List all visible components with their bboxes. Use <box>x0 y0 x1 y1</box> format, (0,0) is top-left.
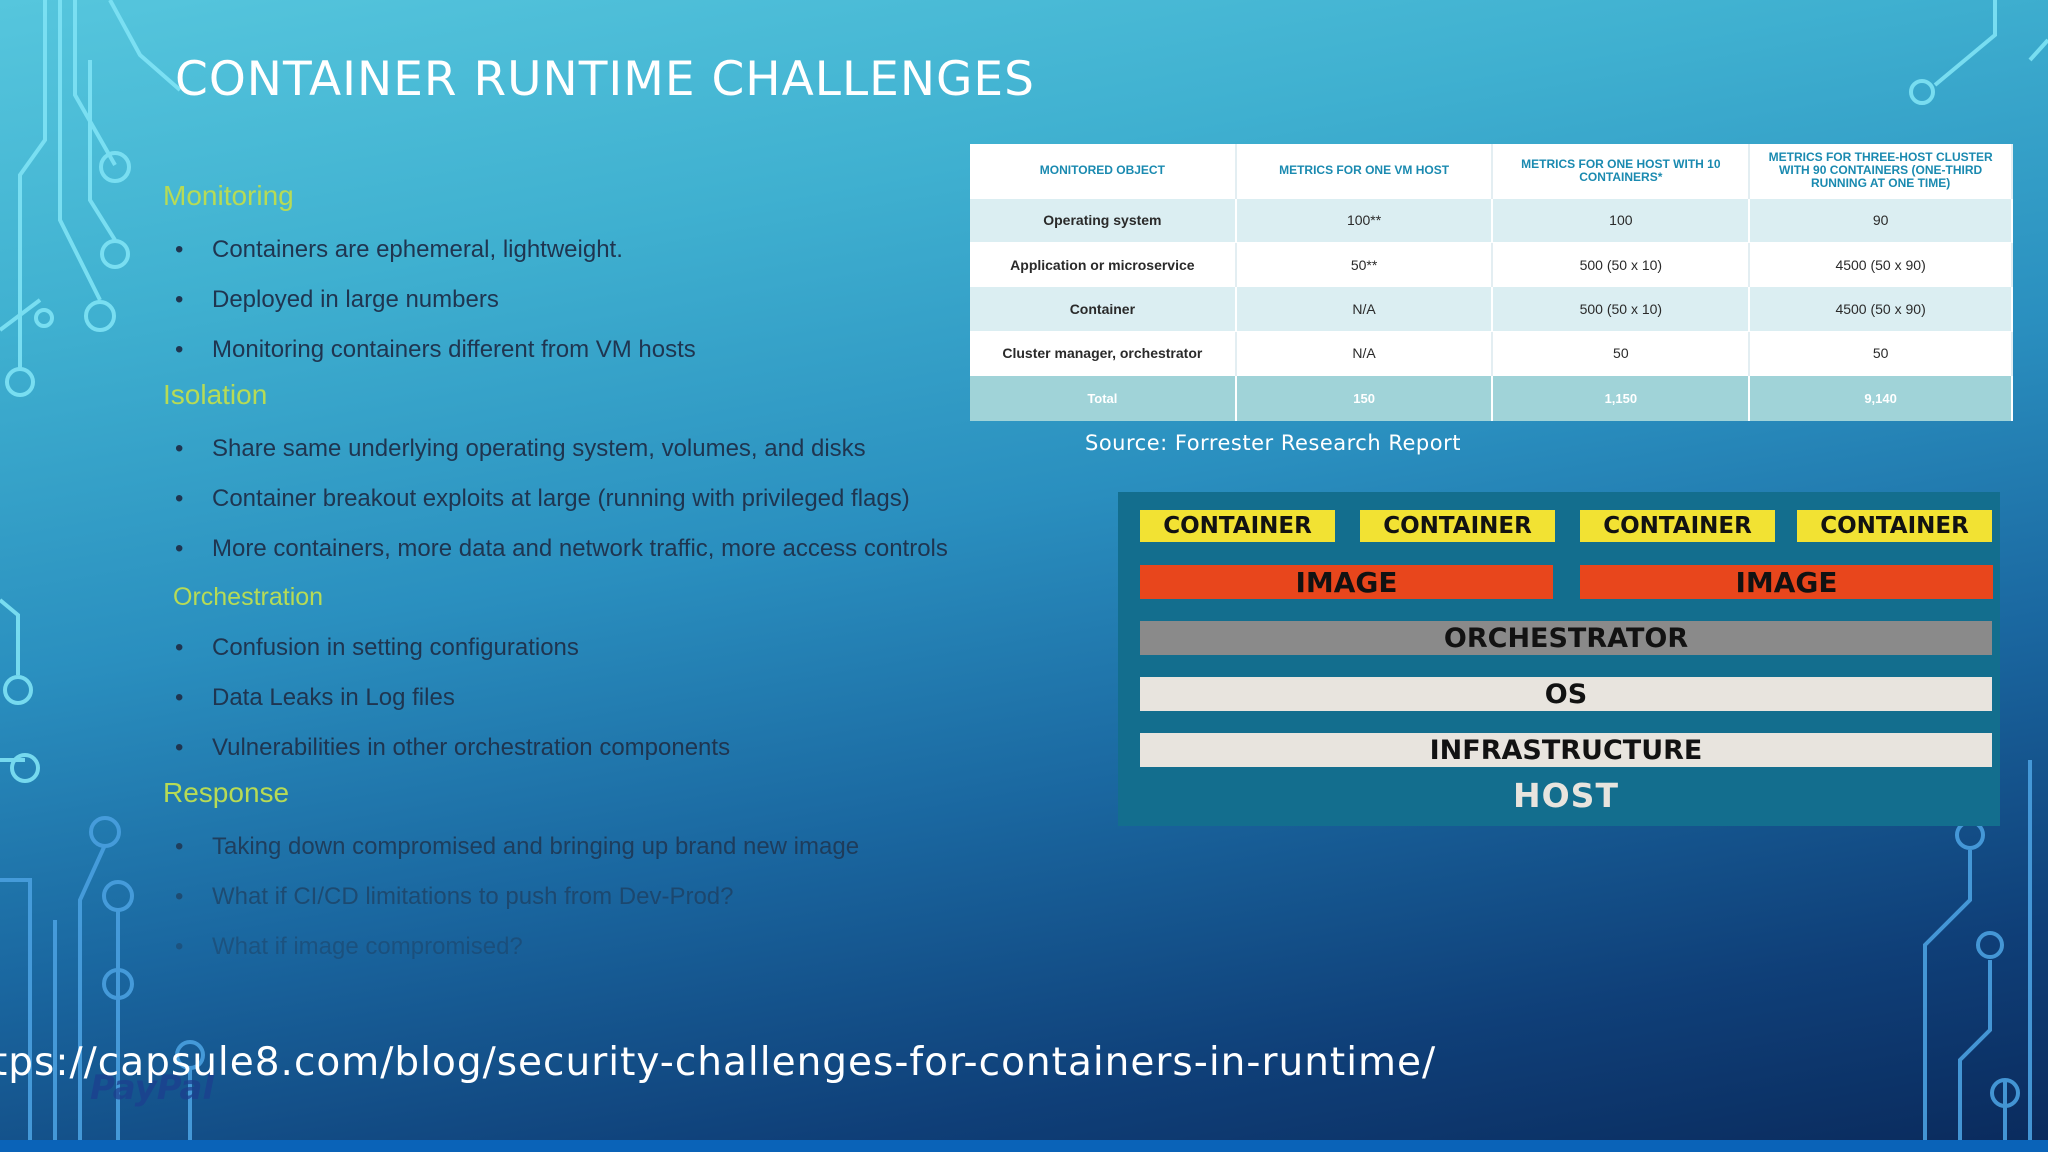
section-heading-orchestration: Orchestration <box>173 583 324 611</box>
bullet-item: • More containers, more data and network … <box>175 535 948 563</box>
table-row: Operating system 100** 100 90 <box>970 197 2013 243</box>
bullet-text: Container breakout exploits at large (ru… <box>212 485 910 512</box>
table-cell: 9,140 <box>1749 375 2013 421</box>
table-cell: N/A <box>1235 286 1494 332</box>
table-cell: 4500 (50 x 90) <box>1749 241 2013 287</box>
table-cell: Application or microservice <box>970 241 1237 287</box>
table-cell: 1,150 <box>1492 375 1751 421</box>
image-block: IMAGE <box>1140 565 1553 599</box>
bullet-item: • Vulnerabilities in other orchestration … <box>175 734 731 762</box>
table-header-row: MONITORED OBJECT METRICS FOR ONE VM HOST… <box>970 144 2013 198</box>
table-cell: N/A <box>1235 330 1494 376</box>
bullet-text: Containers are ephemeral, lightweight. <box>212 236 623 263</box>
table-header-cell: METRICS FOR THREE-HOST CLUSTER WITH 90 C… <box>1749 144 2013 198</box>
table-cell: 100** <box>1235 197 1494 243</box>
table-cell: Operating system <box>970 197 1237 243</box>
host-label: HOST <box>1513 775 1619 815</box>
bullet-item: • Containers are ephemeral, lightweight. <box>175 236 623 264</box>
bullet-dot: • <box>175 734 184 761</box>
metrics-table: MONITORED OBJECT METRICS FOR ONE VM HOST… <box>970 144 2013 421</box>
table-cell: Cluster manager, orchestrator <box>970 330 1237 376</box>
container-block: CONTAINER <box>1360 510 1555 542</box>
bullet-item: • What if CI/CD limitations to push from … <box>175 883 734 911</box>
bullet-item: • Monitoring containers different from VM… <box>175 336 696 364</box>
bullet-item: • Confusion in setting configurations <box>175 634 579 662</box>
source-url: tps://capsule8.com/blog/security-challen… <box>0 1040 1437 1085</box>
bullet-dot: • <box>175 336 184 363</box>
bullet-text: Confusion in setting configurations <box>212 634 579 661</box>
bullet-text: What if image compromised? <box>212 933 523 960</box>
bullet-text: Data Leaks in Log files <box>212 684 455 711</box>
table-cell: 4500 (50 x 90) <box>1749 286 2013 332</box>
bullet-text: Taking down compromised and bringing up … <box>212 833 860 860</box>
table-cell: 50 <box>1492 330 1751 376</box>
bullet-dot: • <box>175 236 184 263</box>
bullet-dot: • <box>175 684 184 711</box>
bullet-text: Monitoring containers different from VM … <box>212 336 696 363</box>
table-cell: 90 <box>1749 197 2013 243</box>
source-caption: Source: Forrester Research Report <box>1085 431 1461 455</box>
table-header-cell: MONITORED OBJECT <box>970 144 1237 198</box>
table-header-cell: METRICS FOR ONE VM HOST <box>1235 144 1494 198</box>
table-cell: 500 (50 x 10) <box>1492 286 1751 332</box>
bullet-text: More containers, more data and network t… <box>212 535 948 562</box>
bullet-item: • What if image compromised? <box>175 933 523 961</box>
slide-title: CONTAINER RUNTIME CHALLENGES <box>175 52 1035 107</box>
container-block: CONTAINER <box>1140 510 1335 542</box>
bullet-dot: • <box>175 286 184 313</box>
bullet-item: • Data Leaks in Log files <box>175 684 455 712</box>
bullet-dot: • <box>175 634 184 661</box>
table-row: Application or microservice 50** 500 (50… <box>970 241 2013 287</box>
bullet-dot: • <box>175 535 184 562</box>
bullet-item: • Deployed in large numbers <box>175 286 499 314</box>
bullet-text: Vulnerabilities in other orchestration c… <box>212 734 731 761</box>
table-cell: 100 <box>1492 197 1751 243</box>
infrastructure-block: INFRASTRUCTURE <box>1140 733 1992 767</box>
section-heading-isolation: Isolation <box>163 379 268 410</box>
table-cell: 50** <box>1235 241 1494 287</box>
container-block: CONTAINER <box>1797 510 1992 542</box>
table-cell: Total <box>970 375 1237 421</box>
table-header-cell: METRICS FOR ONE HOST WITH 10 CONTAINERS* <box>1492 144 1751 198</box>
table-cell: Container <box>970 286 1237 332</box>
bullet-text: Share same underlying operating system, … <box>212 435 866 462</box>
os-block: OS <box>1140 677 1992 711</box>
bullet-dot: • <box>175 435 184 462</box>
container-block: CONTAINER <box>1580 510 1775 542</box>
section-heading-monitoring: Monitoring <box>163 180 294 211</box>
table-row: Cluster manager, orchestrator N/A 50 50 <box>970 330 2013 376</box>
container-stack-diagram: CONTAINER CONTAINER CONTAINER CONTAINER … <box>1118 492 2000 826</box>
table-total-row: Total 150 1,150 9,140 <box>970 375 2013 421</box>
table-row: Container N/A 500 (50 x 10) 4500 (50 x 9… <box>970 286 2013 332</box>
bullet-text: Deployed in large numbers <box>212 286 499 313</box>
bullet-dot: • <box>175 883 184 910</box>
bullet-item: • Container breakout exploits at large (r… <box>175 485 910 513</box>
section-heading-response: Response <box>163 777 290 808</box>
table-cell: 500 (50 x 10) <box>1492 241 1751 287</box>
image-block: IMAGE <box>1580 565 1993 599</box>
bullet-item: • Share same underlying operating system,… <box>175 435 866 463</box>
table-cell: 50 <box>1749 330 2013 376</box>
orchestrator-block: ORCHESTRATOR <box>1140 621 1992 655</box>
bullet-item: • Taking down compromised and bringing up… <box>175 833 860 861</box>
bullet-dot: • <box>175 833 184 860</box>
bullet-dot: • <box>175 485 184 512</box>
table-cell: 150 <box>1235 375 1494 421</box>
bullet-dot: • <box>175 933 184 960</box>
bottom-accent-bar <box>0 1140 2048 1152</box>
bullet-text: What if CI/CD limitations to push from D… <box>212 883 734 910</box>
